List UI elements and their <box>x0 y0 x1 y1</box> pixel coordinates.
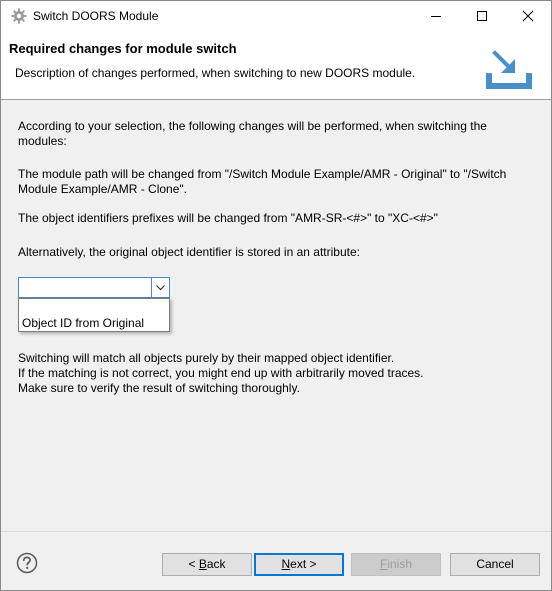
intro-text: According to your selection, the followi… <box>18 119 528 149</box>
chevron-down-icon <box>156 285 165 291</box>
import-tray-icon <box>483 49 535 93</box>
intro-line-1: According to your selection, the followi… <box>18 119 487 133</box>
finish-button[interactable]: Finish <box>351 553 441 576</box>
title-bar: Switch DOORS Module <box>1 1 551 31</box>
path-change-text: The module path will be changed from "/S… <box>18 167 528 197</box>
help-icon <box>16 552 38 574</box>
close-button[interactable] <box>505 1 551 31</box>
help-button[interactable] <box>16 552 38 574</box>
alternative-text: Alternatively, the original object ident… <box>18 245 360 259</box>
attribute-dropdown-list: Object ID from Original <box>18 298 170 332</box>
maximize-button[interactable] <box>459 1 505 31</box>
back-button[interactable]: < Back <box>162 553 252 576</box>
warning-text: Switching will match all objects purely … <box>18 351 528 396</box>
next-button-label: ext > <box>290 557 317 571</box>
next-button[interactable]: Next > <box>254 553 344 576</box>
prefix-change-text: The object identifiers prefixes will be … <box>18 211 438 225</box>
next-button-mnemonic: N <box>281 557 291 571</box>
close-icon <box>522 10 534 22</box>
combo-dropdown-button[interactable] <box>151 278 169 297</box>
gear-icon <box>11 8 27 24</box>
warning-line-2: If the matching is not correct, you migh… <box>18 366 424 380</box>
warning-line-1: Switching will match all objects purely … <box>18 351 395 365</box>
back-button-mnemonic: B <box>198 557 207 571</box>
button-bar-separator <box>1 531 551 532</box>
window-title: Switch DOORS Module <box>33 9 159 23</box>
path-line-2: Module Example/AMR - Clone". <box>18 182 187 196</box>
maximize-icon <box>477 11 487 21</box>
path-line-1: The module path will be changed from "/S… <box>18 167 507 181</box>
attribute-combo[interactable] <box>18 277 170 298</box>
wizard-banner: Required changes for module switch Descr… <box>1 31 551 100</box>
finish-button-label: inish <box>387 557 413 571</box>
minimize-icon <box>431 16 441 17</box>
cancel-button-label: Cancel <box>476 557 514 571</box>
back-button-prefix: < <box>188 557 199 571</box>
warning-line-3: Make sure to verify the result of switch… <box>18 381 300 395</box>
page-description: Description of changes performed, when s… <box>15 66 416 80</box>
cancel-button[interactable]: Cancel <box>450 553 540 576</box>
wizard-content: According to your selection, the followi… <box>1 100 551 531</box>
intro-line-2: modules: <box>18 134 67 148</box>
dropdown-option-object-id[interactable]: Object ID from Original <box>20 315 168 331</box>
back-button-label: ack <box>206 557 226 571</box>
dialog-window: Switch DOORS Module Required changes for… <box>0 0 552 591</box>
page-title: Required changes for module switch <box>9 41 237 56</box>
minimize-button[interactable] <box>413 1 459 31</box>
